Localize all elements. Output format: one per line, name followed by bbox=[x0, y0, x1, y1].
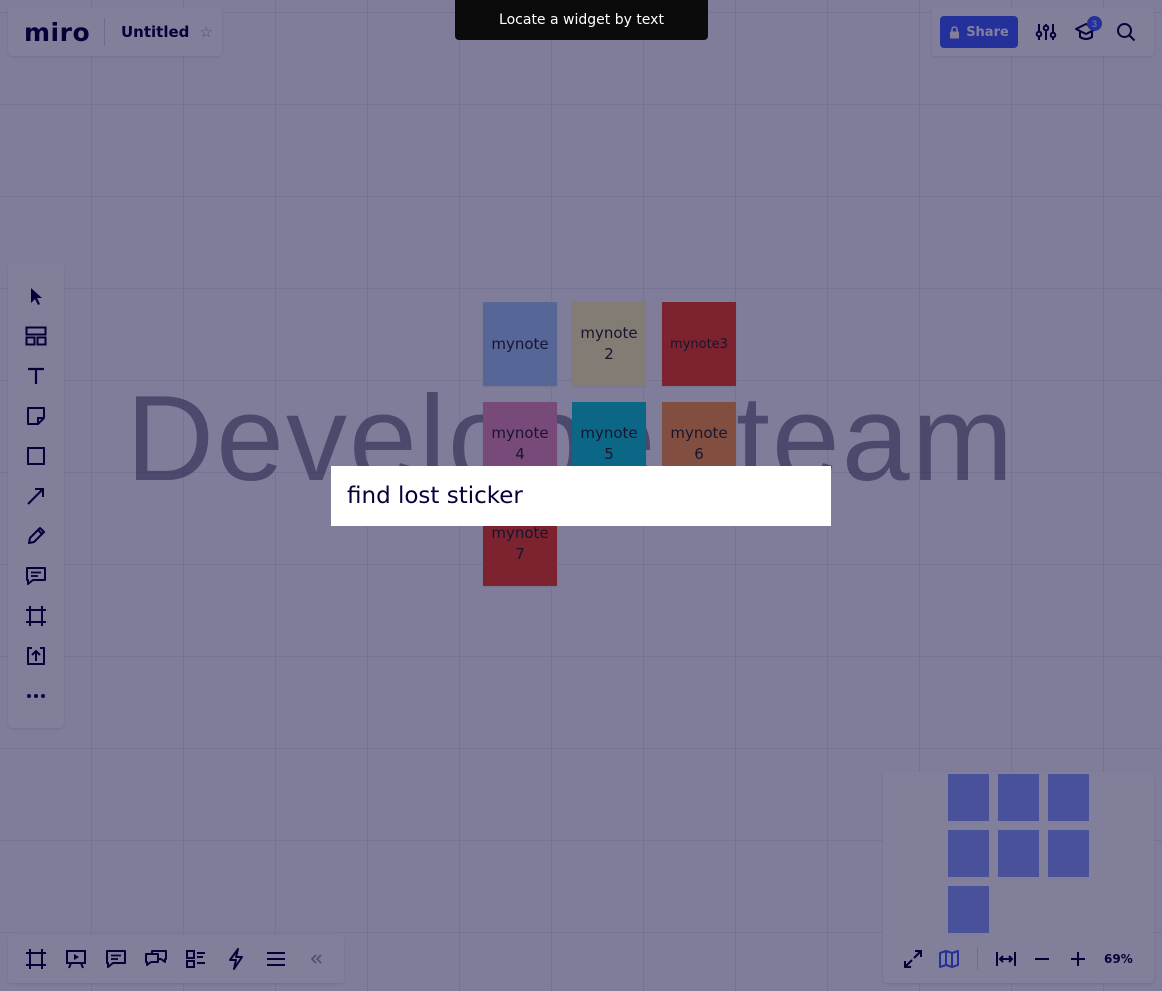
widget-search-dialog bbox=[331, 466, 831, 526]
tooltip: Locate a widget by text bbox=[455, 0, 708, 40]
widget-search-input[interactable] bbox=[347, 476, 817, 516]
